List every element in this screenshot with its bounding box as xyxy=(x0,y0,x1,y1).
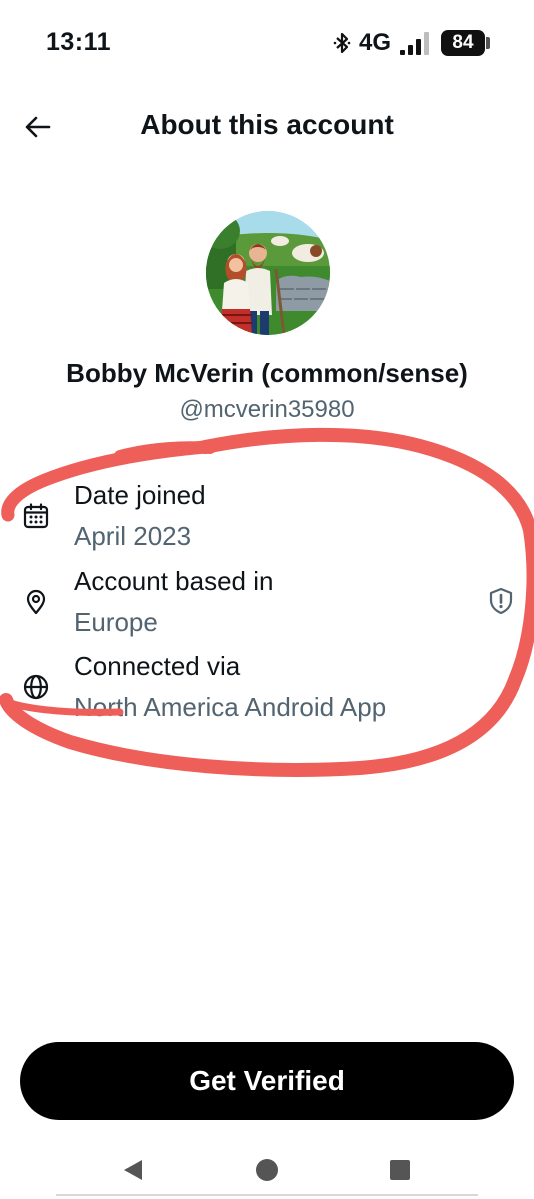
connected-via-value: North America Android App xyxy=(74,692,387,722)
connected-via-label: Connected via xyxy=(74,651,241,681)
info-row-account-based-in: Account based in Europe xyxy=(0,564,534,650)
app-header: About this account xyxy=(0,95,534,159)
battery-icon: 84 xyxy=(441,30,490,56)
date-joined-label: Date joined xyxy=(74,480,206,510)
avatar-illustration xyxy=(206,211,330,335)
info-row-date-joined: Date joined April 2023 xyxy=(0,478,534,564)
avatar[interactable] xyxy=(206,211,330,335)
gesture-line xyxy=(56,1194,478,1196)
battery-level: 84 xyxy=(441,30,485,56)
status-icons: 4G 84 xyxy=(333,27,490,59)
account-based-in-value: Europe xyxy=(74,607,158,637)
recents-square-icon[interactable] xyxy=(386,1156,414,1184)
date-joined-value: April 2023 xyxy=(74,521,192,551)
system-nav-bar xyxy=(0,1140,534,1199)
signal-icon xyxy=(400,32,429,55)
globe-icon xyxy=(23,674,49,700)
info-row-connected-via: Connected via North America Android App xyxy=(0,649,534,735)
page-title: About this account xyxy=(140,109,394,140)
back-triangle-icon[interactable] xyxy=(120,1156,148,1184)
status-bar: 13:11 4G 84 xyxy=(0,0,534,90)
get-verified-button[interactable]: Get Verified xyxy=(20,1042,514,1120)
status-time: 13:11 xyxy=(46,28,112,56)
account-based-in-label: Account based in xyxy=(74,566,274,596)
home-circle-icon[interactable] xyxy=(253,1156,281,1184)
network-type: 4G xyxy=(358,29,391,56)
handle: @mcverin35980 xyxy=(179,396,355,423)
location-pin-icon xyxy=(26,589,46,615)
battery-tip xyxy=(486,37,490,49)
bluetooth-icon xyxy=(333,32,351,54)
shield-alert-icon[interactable] xyxy=(486,586,516,616)
display-name: Bobby McVerin (common/sense) xyxy=(66,358,468,388)
calendar-icon xyxy=(23,503,49,529)
